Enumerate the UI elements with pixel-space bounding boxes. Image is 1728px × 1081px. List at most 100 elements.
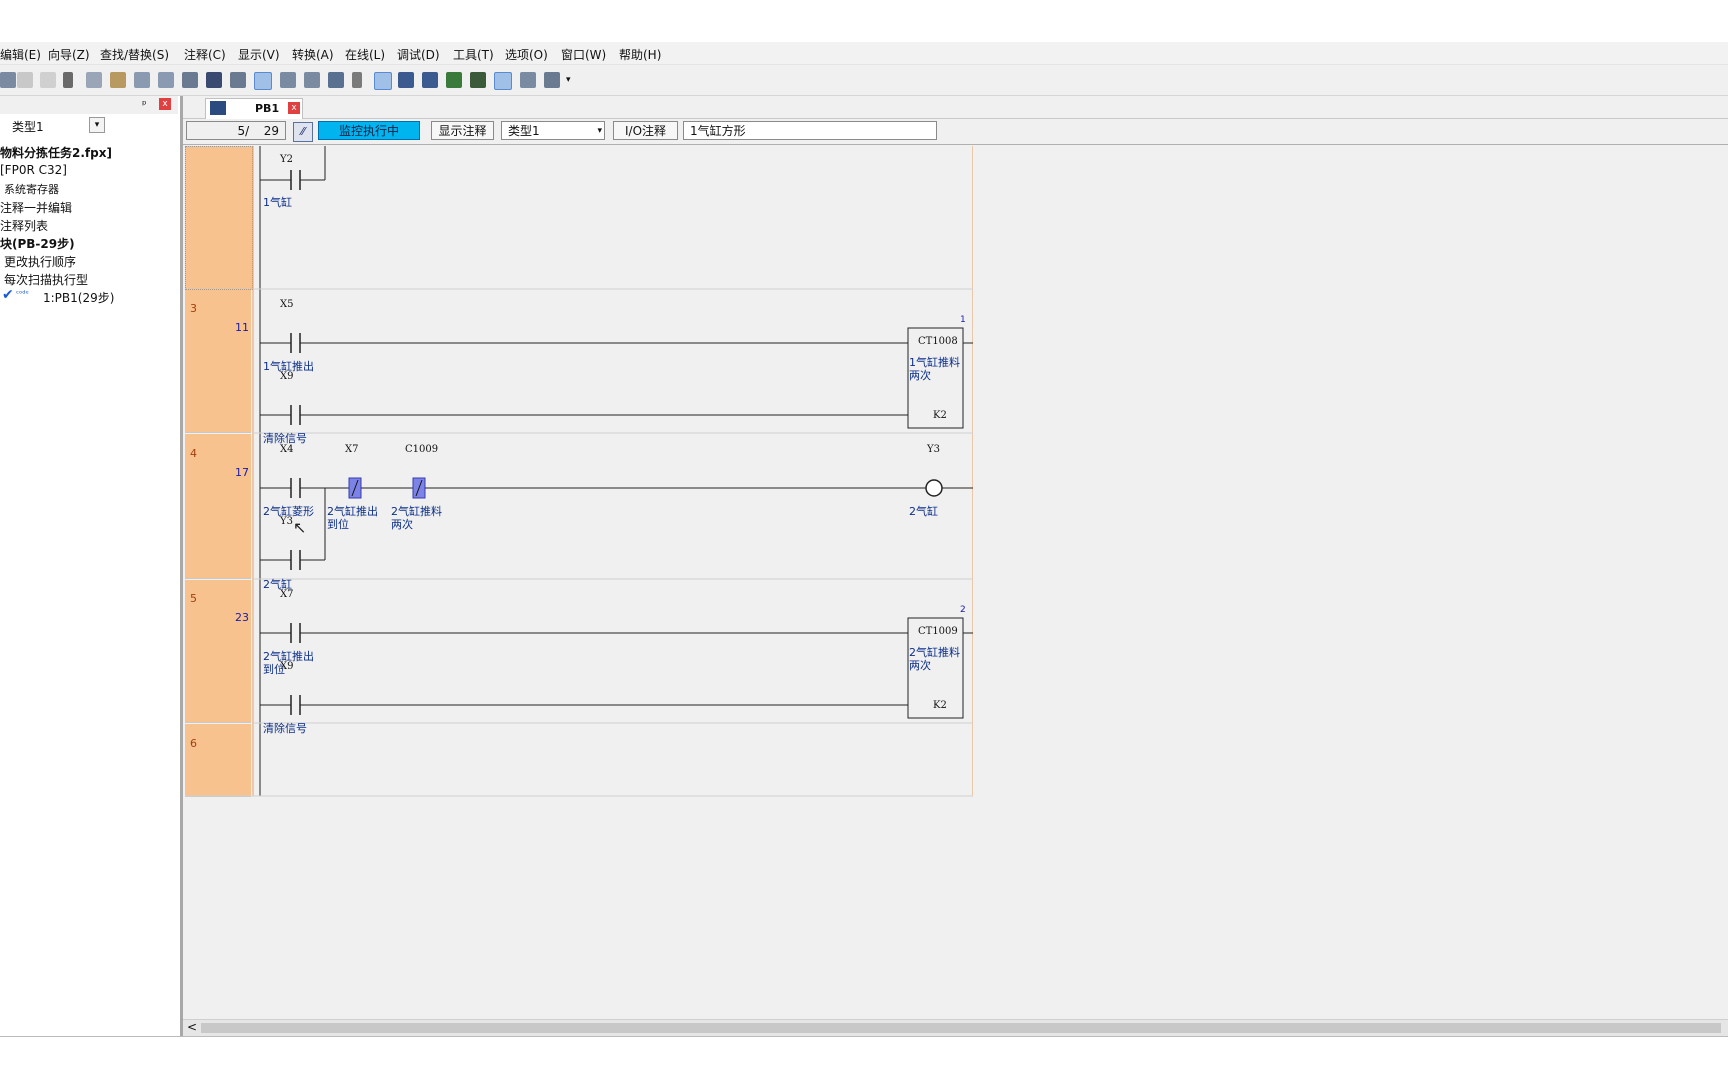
tree-comment-edit[interactable]: 注释一并编辑: [0, 199, 72, 216]
undo-icon[interactable]: [17, 72, 33, 88]
compare-icon[interactable]: [280, 72, 296, 88]
tab-strip: PB1 x: [183, 96, 1728, 119]
redo-icon[interactable]: [40, 72, 56, 88]
display-icon[interactable]: [544, 72, 560, 88]
monitor-window-icon[interactable]: [520, 72, 536, 88]
convert-icon[interactable]: [304, 72, 320, 88]
menu-comment[interactable]: 注释(C): [184, 46, 226, 63]
total-steps: 29: [263, 124, 279, 138]
tree-comment-list[interactable]: 注释列表: [0, 217, 48, 234]
counter-comment: 两次: [909, 369, 931, 382]
coil-y3[interactable]: [925, 479, 973, 497]
contact-y2[interactable]: [260, 146, 326, 190]
type-select[interactable]: 类型1 ▾: [0, 116, 105, 134]
contact-x4[interactable]: [260, 478, 349, 498]
menu-tools[interactable]: 工具(T): [453, 46, 494, 63]
tree-project[interactable]: 物料分拣任务2.fpx]: [0, 144, 112, 161]
counter-comment: 1气缸推料: [909, 356, 960, 369]
contact-x9-2[interactable]: [260, 695, 908, 715]
checkmark-icon: ✔: [2, 287, 14, 303]
tab-pb1[interactable]: PB1 x: [205, 98, 303, 119]
tree-block[interactable]: 块(PB-29步): [0, 235, 75, 252]
chevron-down-icon[interactable]: ▾: [89, 117, 105, 133]
device-label: X7: [345, 444, 359, 455]
clear-icon[interactable]: [352, 72, 362, 88]
upload-program-icon[interactable]: [470, 72, 486, 88]
download-program-icon[interactable]: [446, 72, 462, 88]
counter-preset: K2: [933, 410, 947, 421]
monitor-icon[interactable]: [230, 72, 246, 88]
menu-online[interactable]: 在线(L): [345, 46, 385, 63]
menu-wizard[interactable]: 向导(Z): [48, 46, 90, 63]
info-bar: 5/ 29 ⁄⁄ 监控执行中 显示注释 类型1 ▾ I/O注释 1气缸方形: [183, 119, 1728, 145]
menu-convert[interactable]: 转换(A): [292, 46, 334, 63]
menu-help[interactable]: 帮助(H): [619, 46, 661, 63]
counter-name: CT1009: [918, 626, 958, 637]
step-indicator: 5/ 29: [186, 121, 286, 140]
io-comment-label: I/O注释: [613, 121, 678, 140]
menu-bar: 编辑(E) 向导(Z) 查找/替换(S) 注释(C) 显示(V) 转换(A) 在…: [0, 42, 1728, 65]
tab-close-icon[interactable]: x: [288, 102, 300, 114]
ladder-doc-icon: [210, 101, 226, 115]
counter-index: 2: [960, 605, 966, 615]
device-comment: 两次: [391, 518, 413, 531]
device-comment: 2气缸推料: [391, 505, 442, 518]
contact-x7-nc[interactable]: [348, 477, 413, 499]
download-icon[interactable]: [398, 72, 414, 88]
tree-pb1[interactable]: 1:PB1(29步): [43, 289, 114, 306]
scroll-left-icon[interactable]: <: [187, 1020, 197, 1034]
tree-scan-type[interactable]: 每次扫描执行型: [4, 271, 88, 288]
device-comment: 2气缸推出: [327, 505, 378, 518]
tree-execution-order[interactable]: 更改执行顺序: [4, 253, 76, 270]
copy-icon[interactable]: [86, 72, 102, 88]
monitor-status[interactable]: 监控执行中: [318, 121, 420, 140]
jump-icon[interactable]: [182, 72, 198, 88]
find-icon[interactable]: [206, 72, 222, 88]
comment-type-select[interactable]: 类型1 ▾: [501, 121, 605, 140]
tree-plc[interactable]: [FP0R C32]: [0, 163, 67, 177]
device-label: Y2: [280, 154, 293, 165]
comment-type-value: 类型1: [508, 124, 540, 138]
menu-debug[interactable]: 调试(D): [397, 46, 440, 63]
more-icon[interactable]: ▾: [566, 75, 571, 85]
counter-comment: 两次: [909, 659, 931, 672]
ladder-editor: PB1 x 5/ 29 ⁄⁄ 监控执行中 显示注释 类型1 ▾ I/O注释 1气…: [183, 96, 1728, 1037]
cut-icon[interactable]: [63, 72, 73, 88]
project-panel: ᵖ x 类型1 ▾ 物料分拣任务2.fpx] [FP0R C32] 系统寄存器 …: [0, 96, 183, 1036]
tree-system-register[interactable]: 系统寄存器: [4, 181, 59, 197]
menu-edit[interactable]: 编辑(E): [0, 46, 41, 63]
horizontal-scrollbar[interactable]: <: [183, 1019, 1728, 1037]
monitor-toggle-icon[interactable]: ⁄⁄: [293, 122, 313, 142]
insert-row-icon[interactable]: [134, 72, 150, 88]
register-icon[interactable]: [328, 72, 344, 88]
upload-icon[interactable]: [422, 72, 438, 88]
paste-icon[interactable]: [110, 72, 126, 88]
contact-x9[interactable]: [260, 405, 908, 425]
delete-row-icon[interactable]: [158, 72, 174, 88]
tab-label: PB1: [255, 102, 280, 115]
device-comment: 到位: [327, 518, 349, 531]
chevron-down-icon: ▾: [597, 126, 602, 136]
menu-window[interactable]: 窗口(W): [561, 46, 606, 63]
scroll-thumb[interactable]: [201, 1023, 1721, 1033]
menu-options[interactable]: 选项(O): [505, 46, 548, 63]
mouse-cursor-icon: ↖: [293, 518, 307, 537]
contact-x7[interactable]: [260, 623, 908, 643]
run-icon[interactable]: [494, 72, 512, 90]
close-icon[interactable]: x: [159, 98, 171, 110]
pin-icon[interactable]: ᵖ: [142, 98, 147, 111]
device-label: X4: [280, 444, 294, 455]
save-icon[interactable]: [0, 72, 16, 88]
panel-header: ᵖ x: [0, 96, 178, 114]
show-comment-button[interactable]: 显示注释: [431, 121, 494, 140]
counter-preset: K2: [933, 700, 947, 711]
counter-comment: 2气缸推料: [909, 646, 960, 659]
contact-x5[interactable]: [260, 333, 908, 353]
menu-find-replace[interactable]: 查找/替换(S): [100, 46, 169, 63]
io-comment-input[interactable]: 1气缸方形: [683, 121, 937, 140]
menu-view[interactable]: 显示(V): [238, 46, 280, 63]
list-icon[interactable]: [254, 72, 272, 90]
bookmark-icon[interactable]: [374, 72, 392, 90]
contact-c1009-nc[interactable]: [412, 477, 926, 499]
code-icon: ᶜᵒᵈᵉ: [16, 289, 29, 298]
